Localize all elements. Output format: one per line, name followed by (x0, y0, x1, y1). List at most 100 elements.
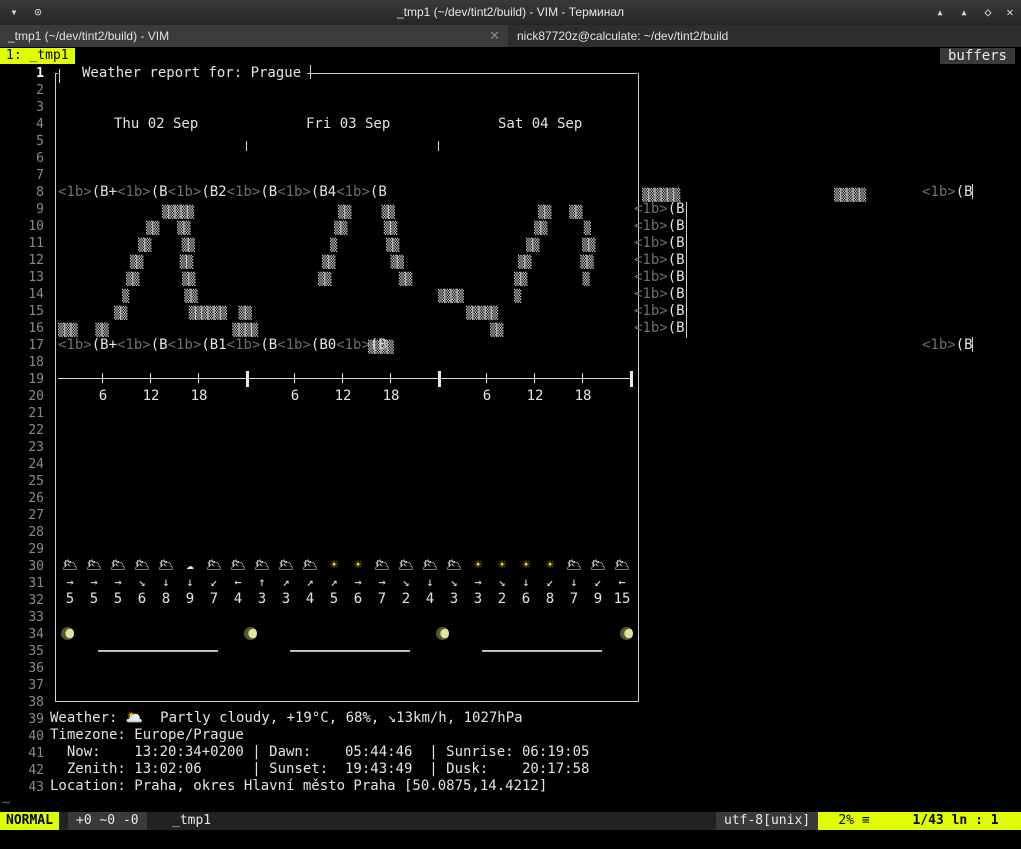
timezone-line: Timezone: Europe/Prague (50, 727, 244, 743)
wind-direction-arrow: ↓ (426, 575, 434, 589)
wind-direction-arrow: ↘ (402, 575, 410, 589)
line-number: 14 (28, 287, 44, 302)
hour-label: 18 (382, 388, 400, 404)
hour-tick (582, 373, 583, 383)
sun-icon: ☀ (546, 558, 554, 573)
cloud-sun-icon: 🌥 (589, 558, 607, 573)
maximize-icon[interactable]: ▴ (956, 4, 972, 20)
day-boundary-tick (630, 371, 633, 387)
tab-close-icon[interactable]: ✕ (489, 25, 500, 47)
sun-icon: ☀ (354, 558, 362, 573)
day-label: Thu 02 Sep (114, 116, 199, 132)
wind-speed: 3 (449, 591, 459, 607)
line-number: 16 (28, 321, 44, 336)
line-number: 5 (36, 134, 44, 149)
scroll-percent: 2% ≡ (818, 812, 890, 830)
wind-direction-arrow: ← (234, 575, 242, 589)
hour-label: 6 (98, 388, 108, 404)
cloud-sun-icon: 🌥 (85, 558, 103, 573)
daylight-bar (482, 650, 602, 652)
graph-block: ▒▒▒▒▒ (466, 306, 498, 320)
line-number: 29 (28, 542, 44, 557)
line-number: 27 (28, 508, 44, 523)
hour-tick (198, 373, 199, 383)
cursor-position: 1/43 ln : 1 (890, 812, 1021, 830)
escape-right: <1b>(B (922, 337, 973, 353)
wind-direction-arrow: ↗ (306, 575, 314, 589)
graph-block: ▒▒▒▒ (368, 340, 394, 354)
line-number: 11 (28, 236, 44, 251)
day-separator-tick (438, 141, 439, 151)
line-number: 32 (28, 593, 44, 608)
wind-speed: 15 (613, 591, 631, 607)
graph-block: ▒▒ ▒▒ (334, 221, 397, 235)
wind-direction-arrow: ↙ (210, 575, 218, 589)
hour-tick (390, 373, 391, 383)
cloud-icon: ☁ (186, 558, 194, 573)
wind-direction-arrow: ↓ (522, 575, 530, 589)
graph-block: ▒ (514, 289, 521, 303)
window-titlebar: ▾ ⊙ _tmp1 (~/dev/tint2/build) - VIM - Те… (0, 0, 1021, 25)
close-icon[interactable]: ✕ (1002, 4, 1018, 20)
wind-speed: 6 (521, 591, 531, 607)
vim-editor[interactable]: 1: _tmp1 buffers 1 2 3 4 5 6 7 8 9 10 11 12 13 14 15 16… (0, 47, 1021, 831)
graph-block: ▒▒ ▒▒ (322, 255, 404, 269)
cursor-bar (972, 184, 973, 199)
day-boundary-tick (438, 371, 441, 387)
line-number: 35 (28, 644, 44, 659)
graph-block: ▒▒▒▒ (438, 289, 464, 303)
wind-speed: 2 (401, 591, 411, 607)
wind-speed: 5 (89, 591, 99, 607)
graph-block: ▒▒ ▒▒ (130, 255, 193, 269)
wind-speed: 5 (113, 591, 123, 607)
hour-label: 6 (482, 388, 492, 404)
hour-label: 18 (574, 388, 592, 404)
cursor-bar (972, 337, 973, 352)
wind-speed: 2 (497, 591, 507, 607)
line-number: 9 (36, 202, 44, 217)
minimize-icon[interactable]: ▴ (932, 4, 948, 20)
wind-direction-arrow: ↓ (186, 575, 194, 589)
wind-direction-arrow: ↗ (282, 575, 290, 589)
buffer-tab-current[interactable]: 1: _tmp1 (0, 48, 75, 64)
cloud-sun-icon: 🌥 (157, 558, 175, 573)
restore-icon[interactable]: ◇ (980, 4, 996, 20)
wind-direction-arrow: ↑ (258, 575, 266, 589)
wind-speed: 7 (569, 591, 579, 607)
wind-speed: 3 (473, 591, 483, 607)
cloud-sun-icon: 🌥 (397, 558, 415, 573)
cloud-sun-icon: 🌥 (253, 558, 271, 573)
diff-stats: +0 ~0 -0 (68, 812, 147, 830)
sun-icon: ☀ (474, 558, 482, 573)
graph-block: ▒▒ ▒▒ (526, 238, 595, 252)
line-number: 23 (28, 440, 44, 455)
line-number: 43 (28, 780, 44, 795)
wind-speed: 8 (545, 591, 555, 607)
hour-label: 12 (142, 388, 160, 404)
line-number: 13 (28, 270, 44, 285)
day-boundary-tick (246, 371, 249, 387)
hour-label: 12 (526, 388, 544, 404)
line-number: 25 (28, 474, 44, 489)
moon-icon (61, 627, 74, 640)
escape-column-bar (686, 202, 687, 338)
tab-vim[interactable]: _tmp1 (~/dev/tint2/build) - VIM ✕ (0, 25, 508, 47)
wind-direction-arrow: ↘ (138, 575, 146, 589)
wind-speed: 7 (209, 591, 219, 607)
mode-indicator: NORMAL (0, 812, 59, 830)
wind-speed: 4 (233, 591, 243, 607)
cloud-sun-icon: 🌥 (109, 558, 127, 573)
sun-icon: ☀ (522, 558, 530, 573)
cloud-sun-icon: 🌥 (421, 558, 439, 573)
sun-icon: ☀ (498, 558, 506, 573)
line-number: 20 (28, 389, 44, 404)
tab-shell[interactable]: nick87720z@calculate: ~/dev/tint2/build (509, 25, 1021, 47)
day-label: Sat 04 Sep (498, 116, 583, 132)
hour-tick (150, 373, 151, 383)
day-label: Fri 03 Sep (306, 116, 391, 132)
hour-tick (534, 373, 535, 383)
line-number: 41 (28, 746, 44, 761)
time-axis (58, 378, 632, 379)
line-number: 10 (28, 219, 44, 234)
wind-speed: 5 (329, 591, 339, 607)
